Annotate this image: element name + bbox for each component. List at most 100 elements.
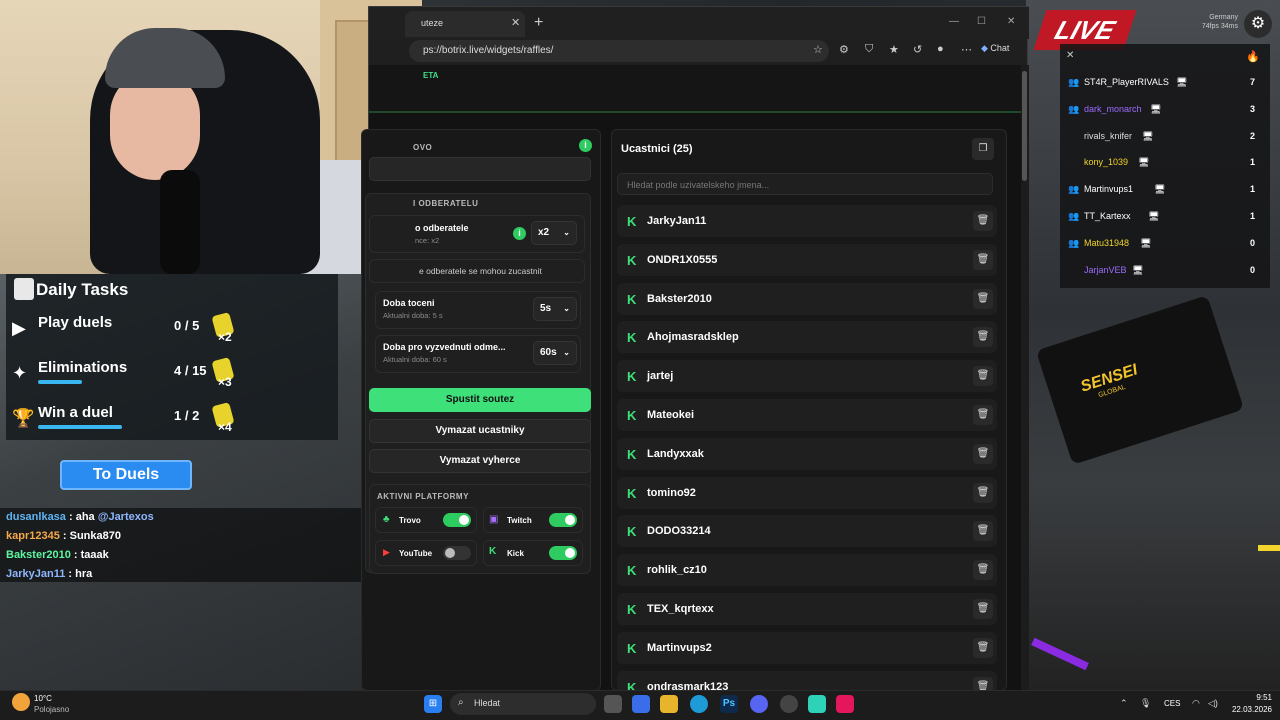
- discord-icon[interactable]: [750, 695, 768, 713]
- app-green-icon[interactable]: [808, 695, 826, 713]
- spin-time-select[interactable]: 5s ⌄: [533, 297, 577, 321]
- scroll-thumb[interactable]: [1022, 71, 1027, 181]
- subscriber-section-head: I ODBERATELU: [413, 199, 479, 208]
- leaderboard-row: 👥 Martinvups1 🖥 1: [1064, 177, 1264, 203]
- app-icon[interactable]: [632, 695, 650, 713]
- profile-avatar[interactable]: ●: [937, 43, 944, 55]
- to-duels-button[interactable]: To Duels: [60, 460, 192, 490]
- volume-icon[interactable]: ◁): [1208, 698, 1218, 709]
- gear-icon[interactable]: ⚙: [1244, 10, 1272, 38]
- more-icon[interactable]: ⋯: [961, 43, 972, 56]
- chat-mention: @Jartexos: [97, 511, 154, 523]
- pc-icon: 🖥: [1142, 130, 1154, 141]
- leaderboard-name: ST4R_PlayerRIVALS: [1084, 77, 1169, 87]
- daily-tasks-title: Daily Tasks: [36, 280, 129, 299]
- twitch-toggle[interactable]: [549, 513, 577, 527]
- leaderboard-row: 👥 Matu31948 🖥 0: [1064, 231, 1264, 257]
- claim-time-select[interactable]: 60s ⌄: [533, 341, 577, 365]
- youtube-icon: ▶: [383, 547, 390, 557]
- trash-icon[interactable]: 🗑: [973, 288, 993, 309]
- windows-start-icon[interactable]: ⊞: [424, 695, 442, 713]
- language-indicator[interactable]: CES: [1164, 699, 1180, 708]
- favorites-icon[interactable]: ★: [889, 43, 899, 56]
- clock-date: 22.03.2026: [1231, 705, 1272, 714]
- star-icon[interactable]: ☆: [813, 43, 823, 56]
- maximize-icon[interactable]: ☐: [977, 16, 986, 27]
- tiktok-icon[interactable]: [836, 695, 854, 713]
- task-progress: 1 / 2: [174, 408, 200, 423]
- claim-time-label: Doba pro vyzvednuti odme...: [383, 342, 506, 352]
- trash-icon[interactable]: 🗑: [973, 482, 993, 503]
- users-icon: 👥: [1068, 184, 1080, 195]
- microphone: [160, 170, 200, 274]
- pc-icon: 🖥: [1148, 211, 1160, 221]
- trash-icon[interactable]: 🗑: [973, 211, 993, 231]
- leaderboard-score: 3: [1250, 103, 1256, 114]
- participant-row: K Martinvups2 🗑: [617, 631, 997, 664]
- edge-icon[interactable]: [690, 695, 708, 713]
- kick-icon: K: [627, 524, 637, 540]
- microphone-icon[interactable]: 🎙: [1140, 698, 1151, 709]
- close-window-icon[interactable]: ✕: [1007, 16, 1015, 27]
- trash-icon[interactable]: 🗑: [973, 443, 993, 464]
- minimize-icon[interactable]: —: [949, 16, 959, 27]
- obs-icon[interactable]: [780, 695, 798, 713]
- trovo-toggle[interactable]: [443, 513, 471, 527]
- leaderboard-name: TT_Kartexx: [1084, 211, 1131, 221]
- trash-icon[interactable]: 🗑: [973, 366, 993, 387]
- kick-icon: K: [627, 291, 637, 307]
- leaderboard-score: 2: [1250, 130, 1256, 141]
- close-tab-icon[interactable]: ✕: [511, 16, 520, 29]
- participant-name: JarkyJan11: [647, 215, 707, 227]
- wifi-icon[interactable]: ◠: [1192, 698, 1200, 709]
- fps-label: 74fps 34ms: [1201, 23, 1238, 30]
- raffle-keyword-input[interactable]: [369, 157, 591, 181]
- new-tab-icon[interactable]: +: [534, 14, 543, 32]
- users-icon: 👥: [1068, 211, 1080, 221]
- start-raffle-button[interactable]: Spustit soutez: [369, 388, 591, 412]
- play-icon: ▶: [12, 318, 26, 338]
- chevron-up-icon[interactable]: ⌃: [1120, 698, 1128, 709]
- webcam-feed: [0, 0, 422, 274]
- history-icon[interactable]: ↺: [913, 43, 922, 56]
- lock-icon[interactable]: ⛉: [865, 43, 873, 56]
- task-label: Play duels: [38, 314, 113, 331]
- subscriber-luck-sub: nce: x2: [415, 236, 440, 245]
- trash-icon[interactable]: 🗑: [973, 560, 993, 581]
- pc-icon: 🖥: [1138, 157, 1150, 168]
- pc-icon: 🖥: [1132, 264, 1144, 275]
- copilot-chat-button[interactable]: ◆ Chat: [981, 43, 1009, 54]
- location-label: Germany: [1209, 14, 1238, 21]
- youtube-toggle[interactable]: [443, 546, 471, 560]
- participant-name: jartej: [647, 370, 674, 383]
- trash-icon[interactable]: 🗑: [973, 599, 993, 619]
- extension-icon[interactable]: ⚙: [839, 43, 849, 56]
- trash-icon[interactable]: 🗑: [973, 521, 993, 542]
- task-label: Win a duel: [38, 404, 113, 421]
- task-multiplier: ×2: [218, 330, 232, 344]
- file-explorer-icon[interactable]: [660, 695, 678, 713]
- info-icon[interactable]: i: [513, 227, 526, 240]
- chevron-down-icon: ⌄: [563, 304, 570, 313]
- claim-time-sub: Aktualni doba: 60 s: [383, 355, 447, 364]
- task-multiplier: ×3: [218, 375, 232, 389]
- trash-icon[interactable]: 🗑: [973, 637, 993, 658]
- trash-icon[interactable]: 🗑: [973, 327, 993, 348]
- photoshop-icon[interactable]: Ps: [720, 695, 738, 713]
- subscriber-luck-select[interactable]: x2 ⌄: [531, 221, 577, 245]
- copy-icon[interactable]: ❐: [972, 138, 994, 160]
- trash-icon[interactable]: 🗑: [973, 249, 993, 270]
- kick-toggle[interactable]: [549, 546, 577, 560]
- pc-icon: 🖥: [1150, 103, 1162, 114]
- clear-participants-button[interactable]: Vymazat ucastniky: [369, 419, 591, 443]
- taskbar-search[interactable]: [450, 693, 596, 715]
- clear-winners-button[interactable]: Vymazat vyherce: [369, 449, 591, 473]
- info-icon[interactable]: i: [579, 139, 592, 152]
- trash-icon[interactable]: 🗑: [973, 405, 993, 425]
- flame-icon: 🔥: [1246, 51, 1260, 63]
- leaderboard-name: JarjanVEB: [1084, 264, 1127, 275]
- task-view-icon[interactable]: [604, 695, 622, 713]
- close-icon[interactable]: ✕: [1066, 50, 1074, 61]
- participant-name: Mateokei: [647, 409, 695, 421]
- kick-icon: K: [627, 446, 637, 462]
